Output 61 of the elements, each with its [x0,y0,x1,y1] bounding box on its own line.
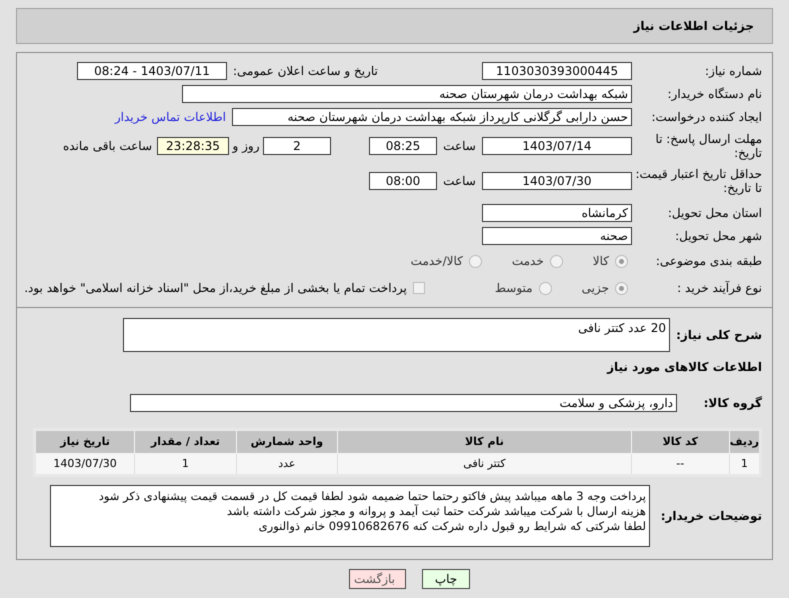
field-label: مهلت ارسال پاسخ: تا تاریخ: [654,132,762,160]
option-label: خدمت [512,253,544,270]
radio-button[interactable] [468,254,482,268]
table-cell: 1 [729,454,760,476]
contact-link[interactable]: اطلاعات تماس خریدار [114,108,226,126]
column-header: ردیف [729,430,760,454]
field-label: تاریخ و ساعت اعلان عمومی: [232,63,379,80]
text-field[interactable]: 1403/07/11 - 08:24 [77,62,227,80]
field-label: نام دستگاه خریدار: [666,86,762,103]
field-label: استان محل تحویل: [666,205,762,222]
text-field[interactable]: کرمانشاه [482,204,632,222]
column-header: نام کالا [338,430,632,454]
text-field[interactable]: شبکه بهداشت درمان شهرستان صحنه [182,85,632,103]
field-label: شرح کلی نیاز: [675,327,762,344]
text-field[interactable]: حسن دارابی گرگلانی کارپرداز شبکه بهداشت درمان شهرستان صحنه [232,108,632,126]
text-field[interactable]: صحنه [482,227,632,245]
radio-button[interactable] [550,254,563,268]
text-area[interactable]: پرداخت وجه 3 ماهه میباشد پیش فاکتو رحتما حتما ضمیمه شود لطفا قیمت کل در قسمت قیمت پیشنهادی ذکر شود هزینه ارسال با شرکت میباشد شرکت حتما ثبت آیمد و پروانه و مجوز شرکت داشته باشد لطفا شرکتی که شرایط رو قبول داره شرکت کنه 09910682676 خانم ذوالنوری [50,485,650,547]
column-header: تعداد / مقدار [134,430,236,454]
text-field[interactable]: 2 [263,137,331,155]
radio-button[interactable] [615,282,628,294]
checkbox[interactable] [412,282,425,294]
field-label: طبقه بندی موضوعی: [654,253,762,270]
field-label: گروه کالا: [702,395,762,412]
column-header: تاریخ نیاز [34,430,135,454]
text-field[interactable]: دارو، پزشکی و سلامت [130,394,677,412]
section-heading: اطلاعات کالاهای مورد نیاز [606,359,762,376]
field-label: ساعت [442,173,477,190]
table-cell: عدد [236,454,338,476]
radio-button[interactable] [615,254,628,268]
field-label: ایجاد کننده درخواست: [650,109,762,126]
text-area[interactable]: 20 عدد کتتر نافی [123,318,670,352]
field-label: ساعت [442,138,477,155]
field-label: ساعت باقی مانده [62,138,152,155]
table-cell: کتتر نافی [338,454,632,476]
table-cell: -- [631,454,730,476]
field-label: حداقل تاریخ اعتبار قیمت: تا تاریخ: [634,167,762,195]
field-label: شماره نیاز: [704,63,762,80]
table-cell: 1 [134,454,236,476]
back-button[interactable]: بازگشت [349,569,406,589]
radio-button[interactable] [538,282,552,294]
text-field[interactable]: 1403/07/14 [482,137,632,155]
field-label: توضیحات خریدار: [660,508,762,525]
text-field[interactable]: 08:25 [369,137,437,155]
option-label: جزیی [582,280,609,297]
option-label: کالا/خدمت [410,253,463,270]
text-field[interactable]: 1403/07/30 [482,172,632,190]
option-label: متوسط [494,280,533,297]
column-header: واحد شمارش [236,430,338,454]
field-label: روز و [231,138,260,155]
text-field[interactable]: 23:28:35 [157,137,229,155]
print-button[interactable]: چاپ [422,569,470,589]
text-field[interactable]: 08:00 [369,172,437,190]
option-label: کالا [592,253,609,270]
text-field[interactable]: 1103030393000445 [482,62,632,80]
checkbox-label: پرداخت تمام یا بخشی از مبلغ خرید،از محل "اسناد خزانه اسلامی" خواهد بود. [24,280,407,297]
field-label: شهر محل تحویل: [674,228,762,245]
page-title: جزئیات اطلاعات نیاز [633,18,754,35]
column-header: کد کالا [631,430,730,454]
field-label: نوع فرآیند خرید : [676,280,762,297]
table-cell: 1403/07/30 [34,454,135,476]
